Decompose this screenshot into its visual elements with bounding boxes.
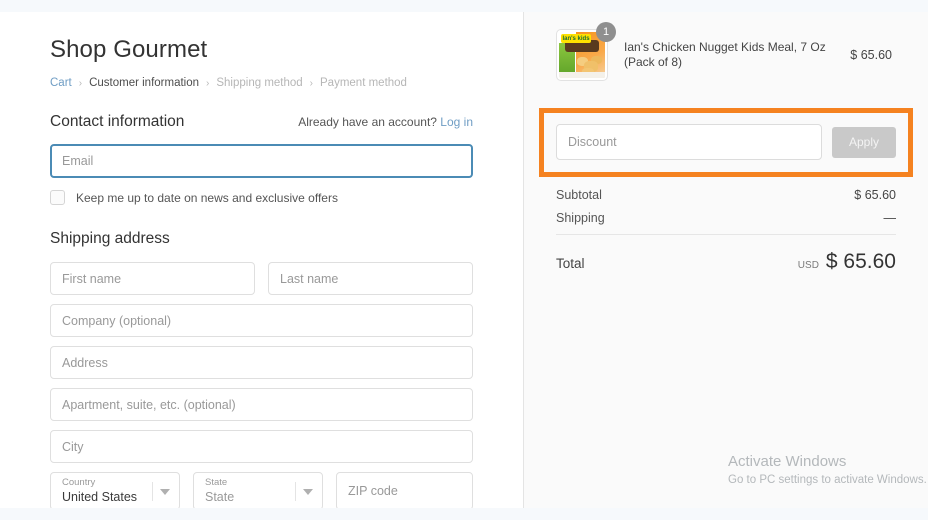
chevron-down-icon[interactable]: [160, 489, 170, 495]
country-select[interactable]: Country United States: [50, 472, 180, 508]
breadcrumb-separator-2: ›: [206, 77, 210, 89]
product-name: Ian's Chicken Nugget Kids Meal, 7 Oz (Pa…: [624, 40, 826, 69]
account-prompt: Already have an account? Log in: [298, 115, 473, 129]
email-input[interactable]: [50, 144, 473, 178]
subtotal-row: Subtotal $ 65.60: [556, 188, 896, 202]
brand-logo: Ian's kids: [561, 33, 591, 44]
discount-input[interactable]: [556, 124, 822, 160]
state-select[interactable]: State State: [193, 472, 323, 508]
first-name-input[interactable]: [50, 262, 255, 295]
total-value: $ 65.60: [825, 250, 896, 273]
checkout-page: Shop Gourmet Cart › Customer information…: [0, 12, 928, 508]
region-row: Country United States State State: [50, 472, 473, 508]
total-amount-group: USD $ 65.60: [798, 250, 896, 274]
product-price: $ 65.60: [850, 48, 892, 62]
order-totals: Subtotal $ 65.60 Shipping — Total USD $ …: [556, 188, 896, 274]
subtotal-value: $ 65.60: [854, 188, 896, 202]
company-input[interactable]: [50, 304, 473, 337]
apartment-input[interactable]: [50, 388, 473, 421]
shipping-row: Shipping —: [556, 211, 896, 225]
account-prompt-text: Already have an account?: [298, 115, 437, 129]
state-select-divider: [295, 482, 296, 501]
total-currency: USD: [797, 260, 819, 271]
package-bottom-strip: [559, 72, 605, 78]
country-select-divider: [152, 482, 153, 501]
shipping-label: Shipping: [556, 211, 605, 225]
breadcrumb-shipping-method: Shipping method: [216, 77, 303, 89]
newsletter-row[interactable]: Keep me up to date on news and exclusive…: [50, 190, 473, 205]
address-input[interactable]: [50, 346, 473, 379]
contact-information-title: Contact information: [50, 113, 185, 130]
newsletter-label: Keep me up to date on news and exclusive…: [76, 190, 338, 205]
breadcrumb-separator-3: ›: [309, 77, 314, 89]
viewport-bottom-strip: [0, 508, 928, 520]
name-row: [50, 262, 473, 295]
checkout-form-panel: Shop Gourmet Cart › Customer information…: [0, 12, 524, 508]
newsletter-checkbox[interactable]: [50, 190, 65, 205]
order-summary-panel: Ian's kids 1 Ian's Chicken Nugget Kids M…: [524, 12, 928, 508]
order-line-item: Ian's kids 1 Ian's Chicken Nugget Kids M…: [556, 22, 892, 81]
windows-activation-watermark: Activate Windows Go to PC settings to ac…: [728, 452, 928, 488]
chevron-down-icon[interactable]: [303, 489, 313, 495]
totals-divider: [556, 234, 896, 235]
quantity-badge: 1: [596, 22, 616, 42]
store-title: Shop Gourmet: [50, 36, 208, 63]
viewport-top-strip: [0, 0, 928, 12]
breadcrumb: Cart › Customer information › Shipping m…: [50, 77, 473, 89]
product-thumbnail-wrap: Ian's kids 1: [556, 22, 616, 81]
discount-row: Apply: [556, 124, 896, 160]
watermark-title: Activate Windows: [728, 453, 847, 470]
shipping-address-title: Shipping address: [50, 230, 170, 247]
last-name-input[interactable]: [268, 262, 473, 295]
grand-total-row: Total USD $ 65.60: [556, 250, 896, 274]
breadcrumb-separator-1: ›: [78, 77, 83, 89]
contact-information-header: Contact information Already have an acco…: [50, 113, 473, 131]
breadcrumb-cart[interactable]: Cart: [50, 77, 72, 89]
breadcrumb-customer-information[interactable]: Customer information: [89, 77, 199, 89]
breadcrumb-payment-method: Payment method: [320, 77, 407, 89]
login-link[interactable]: Log in: [440, 115, 473, 129]
apply-discount-button[interactable]: Apply: [832, 126, 896, 158]
total-label: Total: [556, 256, 585, 271]
city-input[interactable]: [50, 430, 473, 463]
watermark-subtitle: Go to PC settings to activate Windows.: [728, 474, 927, 486]
subtotal-label: Subtotal: [556, 188, 602, 202]
zip-code-input[interactable]: [336, 472, 473, 508]
shipping-value: —: [883, 211, 897, 225]
